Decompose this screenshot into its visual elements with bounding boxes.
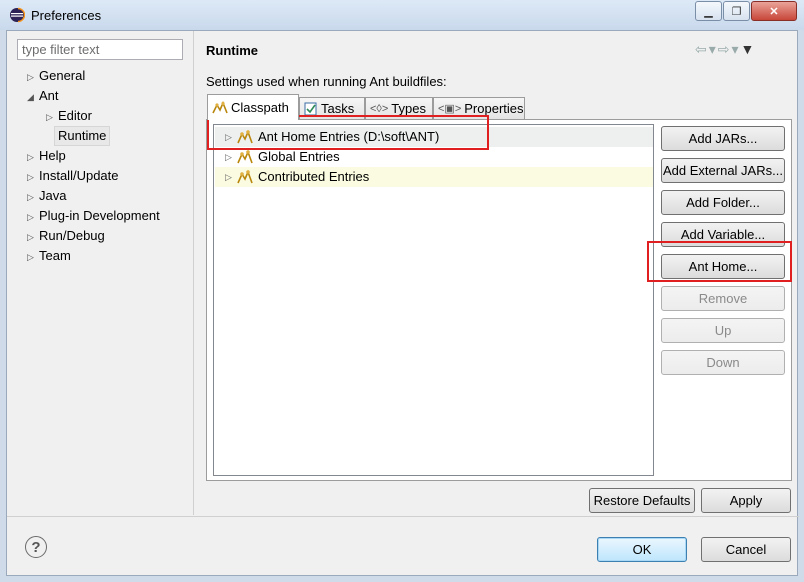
classpath-entry-icon xyxy=(237,149,253,164)
classpath-entry-icon xyxy=(237,169,253,184)
tab-classpath[interactable]: Classpath xyxy=(207,94,299,120)
dialog-body: type filter text ▷ General ◢ Ant ▷ Editor R… xyxy=(6,30,799,576)
expand-arrow-icon[interactable]: ▷ xyxy=(27,148,39,166)
tree-row-label: Contributed Entries xyxy=(258,169,370,184)
annotation-highlight-ant-home-entries xyxy=(207,115,489,150)
nav-item-runtime[interactable]: Runtime xyxy=(54,126,111,146)
footer-divider xyxy=(7,516,799,517)
history-nav: ⇦▾⇨▾▼ xyxy=(695,41,756,58)
nav-item-help[interactable]: ▷ Help xyxy=(27,147,66,165)
window-title: Preferences xyxy=(31,8,102,23)
tree-row-label: Global Entries xyxy=(258,149,340,164)
types-icon: <◊> xyxy=(370,102,389,115)
nav-item-label: Java xyxy=(39,188,67,203)
tree-row-global-entries[interactable]: ▷ Global Entries xyxy=(215,147,653,167)
tab-label: Tasks xyxy=(321,101,355,116)
apply-button[interactable]: Apply xyxy=(701,488,791,513)
cancel-button[interactable]: Cancel xyxy=(701,537,791,562)
restore-defaults-button[interactable]: Restore Defaults xyxy=(589,488,695,513)
nav-item-install-update[interactable]: ▷ Install/Update xyxy=(27,167,119,185)
tasks-icon xyxy=(304,102,317,115)
expand-arrow-icon[interactable]: ▷ xyxy=(27,228,39,246)
help-icon[interactable]: ? xyxy=(25,536,47,558)
eclipse-icon xyxy=(10,7,25,23)
add-jars-button[interactable]: Add JARs... xyxy=(661,126,785,151)
annotation-highlight-ant-home-button xyxy=(647,241,792,282)
back-icon[interactable]: ⇦▾ xyxy=(695,41,718,57)
expand-arrow-icon[interactable]: ▷ xyxy=(225,147,232,167)
expand-arrow-icon[interactable]: ▷ xyxy=(225,167,232,187)
properties-icon: <▣> xyxy=(438,103,462,115)
maximize-icon: ❐ xyxy=(731,5,742,18)
nav-item-label: Install/Update xyxy=(39,168,119,183)
down-button[interactable]: Down xyxy=(661,350,785,375)
nav-item-label: Run/Debug xyxy=(39,228,105,243)
add-external-jars-button[interactable]: Add External JARs... xyxy=(661,158,785,183)
tree-row-contributed-entries[interactable]: ▷ Contributed Entries xyxy=(215,167,653,187)
forward-icon[interactable]: ⇨▾ xyxy=(718,41,741,57)
close-icon: ✕ xyxy=(769,5,779,18)
expand-arrow-icon[interactable]: ▷ xyxy=(27,248,39,266)
close-button[interactable]: ✕ xyxy=(751,1,797,21)
maximize-button[interactable]: ❐ xyxy=(723,1,750,21)
collapse-arrow-icon[interactable]: ◢ xyxy=(27,88,39,106)
nav-item-label: Team xyxy=(39,248,71,263)
view-menu-icon[interactable]: ▼ xyxy=(741,41,757,57)
nav-item-team[interactable]: ▷ Team xyxy=(27,247,71,265)
nav-item-java[interactable]: ▷ Java xyxy=(27,187,66,205)
add-folder-button[interactable]: Add Folder... xyxy=(661,190,785,215)
page-description: Settings used when running Ant buildfile… xyxy=(206,74,447,89)
up-button[interactable]: Up xyxy=(661,318,785,343)
pane-divider[interactable] xyxy=(193,31,194,515)
remove-button[interactable]: Remove xyxy=(661,286,785,311)
expand-arrow-icon[interactable]: ▷ xyxy=(27,168,39,186)
tab-label: Properties xyxy=(464,101,524,116)
expand-arrow-icon[interactable]: ▷ xyxy=(27,188,39,206)
nav-item-editor[interactable]: ▷ Editor xyxy=(46,107,92,125)
nav-item-ant[interactable]: ◢ Ant xyxy=(27,87,59,105)
classpath-panel: ▷ Ant Home Entries (D:\soft\ANT) ▷ Globa… xyxy=(206,119,792,481)
nav-item-label: Editor xyxy=(58,108,92,123)
filter-input[interactable]: type filter text xyxy=(17,39,183,60)
title-bar: Preferences ▁ ❐ ✕ xyxy=(0,0,804,30)
nav-item-general[interactable]: ▷ General xyxy=(27,67,85,85)
nav-item-label: Plug-in Development xyxy=(39,208,160,223)
nav-item-label: Runtime xyxy=(58,128,107,143)
nav-item-label: General xyxy=(39,68,86,83)
tab-label: Classpath xyxy=(231,100,289,115)
ok-button[interactable]: OK xyxy=(597,537,687,562)
page-title: Runtime xyxy=(206,43,258,58)
expand-arrow-icon[interactable]: ▷ xyxy=(27,208,39,226)
nav-item-label: Ant xyxy=(39,88,59,103)
expand-arrow-icon[interactable]: ▷ xyxy=(27,68,39,86)
minimize-button[interactable]: ▁ xyxy=(695,1,722,21)
tab-label: Types xyxy=(391,101,426,116)
classpath-icon xyxy=(212,100,228,113)
classpath-tree[interactable]: ▷ Ant Home Entries (D:\soft\ANT) ▷ Globa… xyxy=(213,124,654,476)
nav-item-plugin-development[interactable]: ▷ Plug-in Development xyxy=(27,207,160,225)
nav-item-run-debug[interactable]: ▷ Run/Debug xyxy=(27,227,105,245)
expand-arrow-icon[interactable]: ▷ xyxy=(46,108,58,126)
nav-item-label: Help xyxy=(39,148,66,163)
minimize-icon: ▁ xyxy=(704,5,713,18)
